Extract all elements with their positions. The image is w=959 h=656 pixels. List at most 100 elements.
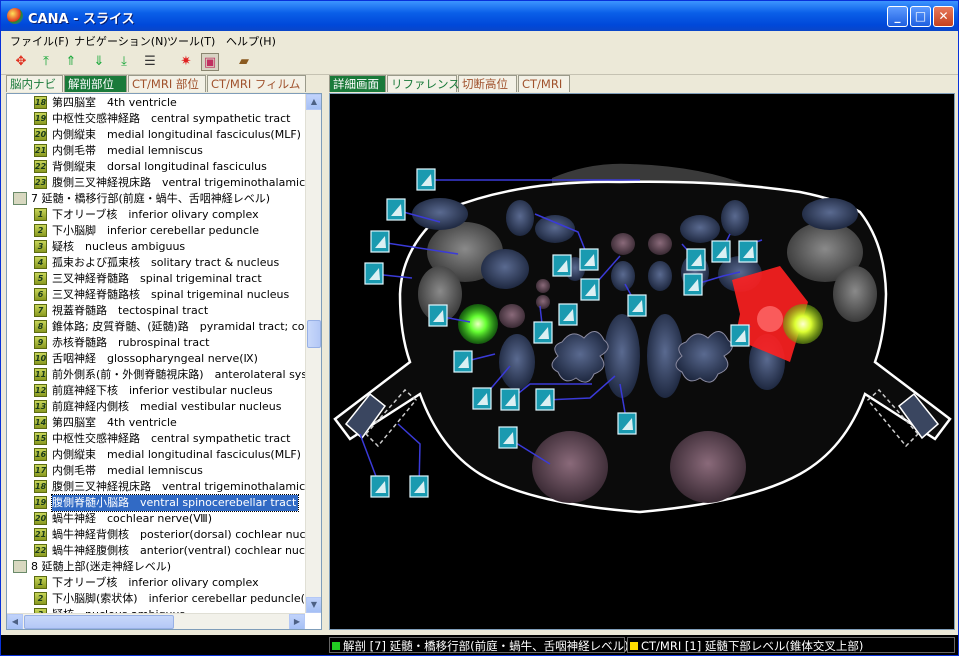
tree-item[interactable]: 20 内側縦束 medial longitudinal fasciculus(ML…	[7, 127, 305, 143]
window-title: CANA - スライス	[28, 12, 135, 27]
structure-marker-icon[interactable]	[579, 248, 599, 271]
tab-reference[interactable]: リファレンス	[387, 75, 460, 92]
tree-item[interactable]: 19 腹側脊髄小脳路 ventral spinocerebellar tract	[7, 494, 305, 512]
tree-item[interactable]: 6 三叉神経脊髄路核 spinal trigeminal nucleus	[7, 287, 305, 303]
structure-marker-icon[interactable]	[533, 321, 553, 344]
structure-marker-icon[interactable]	[453, 350, 473, 373]
structure-marker-icon[interactable]	[416, 168, 436, 191]
structure-marker-icon[interactable]	[370, 230, 390, 253]
tree-item[interactable]: 7 視蓋脊髄路 tectospinal tract	[7, 303, 305, 319]
structure-marker-icon[interactable]	[370, 475, 390, 498]
item-number-icon: 15	[34, 432, 47, 445]
target-icon[interactable]: ✷	[177, 53, 195, 71]
close-button[interactable]: ✕	[933, 6, 954, 27]
item-number-icon: 8	[34, 320, 47, 333]
go-bottom-icon[interactable]: ⤓	[115, 53, 133, 71]
tree-item[interactable]: 5 三叉神経脊髄路 spinal trigeminal tract	[7, 271, 305, 287]
structure-marker-icon[interactable]	[558, 303, 578, 326]
tree-item[interactable]: 18 腹側三叉神経視床路 ventral trigeminothalamic t	[7, 479, 305, 495]
structure-marker-icon[interactable]	[472, 387, 492, 410]
tree-item[interactable]: 19 中枢性交感神経路 central sympathetic tract	[7, 111, 305, 127]
structure-marker-icon[interactable]	[580, 278, 600, 301]
tree-item[interactable]: 17 内側毛帯 medial lemniscus	[7, 463, 305, 479]
right-tab-strip: 詳細画面 リファレンス 切断高位 CT/MRI	[329, 75, 589, 93]
go-top-icon[interactable]: ⤒	[37, 53, 55, 71]
right-medial-lemniscus	[647, 314, 683, 398]
item-number-icon: 4	[34, 256, 47, 269]
structure-marker-icon[interactable]	[498, 426, 518, 449]
go-down-icon[interactable]: ⇓	[90, 53, 108, 71]
scroll-down-button[interactable]: ▼	[306, 597, 321, 613]
tree-item[interactable]: 20 蝸牛神経 cochlear nerve(Ⅷ)	[7, 511, 305, 527]
maximize-button[interactable]: □	[910, 6, 931, 27]
tree-item[interactable]: 23 腹側三叉神経視床路 ventral trigeminothalamic t	[7, 175, 305, 191]
tree-item[interactable]: 16 内側縦束 medial longitudinal fasciculus(ML…	[7, 447, 305, 463]
tree-item[interactable]: 1 下オリーブ核 inferior olivary complex	[7, 575, 305, 591]
tab-section-level[interactable]: 切断高位	[458, 75, 517, 92]
structure-marker-icon[interactable]	[535, 388, 555, 411]
tree-item[interactable]: 22 背側縦束 dorsal longitudinal fasciculus	[7, 159, 305, 175]
hscroll-thumb[interactable]	[24, 615, 174, 629]
menu-navigation[interactable]: ナビゲーション(N)	[74, 33, 168, 49]
structure-marker-icon[interactable]	[686, 248, 706, 271]
tree-item[interactable]: 4 孤束および孤束核 solitary tract & nucleus	[7, 255, 305, 271]
menu-tools[interactable]: ツール(T)	[167, 33, 215, 49]
tree-group[interactable]: 8 延髄上部(迷走神経レベル)	[7, 559, 305, 575]
structure-marker-icon[interactable]	[364, 262, 384, 285]
go-first-icon[interactable]: ✥	[12, 53, 30, 71]
tree-item[interactable]: 15 中枢性交感神経路 central sympathetic tract	[7, 431, 305, 447]
structure-marker-icon[interactable]	[711, 240, 731, 263]
scroll-left-button[interactable]: ◀	[7, 614, 23, 629]
item-number-icon: 2	[34, 224, 47, 237]
tab-detail-view[interactable]: 詳細画面	[329, 75, 386, 92]
tree-item[interactable]: 13 前庭神経内側核 medial vestibular nucleus	[7, 399, 305, 415]
structure-marker-icon[interactable]	[627, 294, 647, 317]
left-medial-lemniscus	[604, 314, 640, 398]
tree-item[interactable]: 22 蝸牛神経腹側核 anterior(ventral) cochlear nuc…	[7, 543, 305, 559]
tree-item[interactable]: 21 内側毛帯 medial lemniscus	[7, 143, 305, 159]
scroll-right-button[interactable]: ▶	[289, 614, 305, 629]
structure-marker-icon[interactable]	[428, 304, 448, 327]
structure-marker-icon[interactable]	[617, 412, 637, 435]
title-bar[interactable]: CANA - スライス _ □ ✕	[1, 1, 958, 31]
structure-marker-icon[interactable]	[409, 475, 429, 498]
tab-ctmri[interactable]: CT/MRI	[518, 75, 570, 92]
structure-marker-icon[interactable]	[552, 254, 572, 277]
tree-group[interactable]: 7 延髄・橋移行部(前庭・蝸牛、舌咽神経レベル)	[7, 191, 305, 207]
menu-file[interactable]: ファイル(F)	[10, 33, 69, 49]
tree-horizontal-scrollbar[interactable]: ◀ ▶	[7, 613, 305, 629]
structure-marker-icon[interactable]	[683, 273, 703, 296]
structure-marker-icon[interactable]	[730, 324, 750, 347]
go-up-icon[interactable]: ⇑	[62, 53, 80, 71]
tab-anatomy[interactable]: 解剖部位	[64, 75, 127, 92]
tree-item[interactable]: 2 下小脳脚 inferior cerebellar peduncle	[7, 223, 305, 239]
tree-item-label: 下小脳脚 inferior cerebellar peduncle	[52, 224, 260, 237]
tree-item[interactable]: 3 疑核 nucleus ambiguus	[7, 239, 305, 255]
tab-ctmri-region[interactable]: CT/MRI 部位	[128, 75, 206, 92]
structure-marker-icon[interactable]	[386, 198, 406, 221]
tree-item[interactable]: 21 蝸牛神経背側核 posterior(dorsal) cochlear nuc…	[7, 527, 305, 543]
tab-ctmri-film[interactable]: CT/MRI フィルム	[207, 75, 306, 92]
scroll-up-button[interactable]: ▲	[306, 94, 321, 110]
tree-item[interactable]: 12 前庭神経下核 inferior vestibular nucleus	[7, 383, 305, 399]
minimize-button[interactable]: _	[887, 6, 908, 27]
tree-item[interactable]: 11 前外側系(前・外側脊髄視床路) anterolateral sys	[7, 367, 305, 383]
scroll-thumb[interactable]	[307, 320, 321, 348]
bag-icon[interactable]: ▰	[235, 53, 253, 71]
tree-item-label: 蝸牛神経背側核 posterior(dorsal) cochlear nucle	[52, 528, 305, 541]
tab-brain-navi[interactable]: 脳内ナビ	[6, 75, 63, 92]
tree-vertical-scrollbar[interactable]: ▲ ▼	[305, 94, 321, 613]
structure-marker-icon[interactable]	[500, 388, 520, 411]
status-anatomy: 解剖 [7] 延髄・橋移行部(前庭・蝸牛、舌咽神経レベル)	[329, 637, 629, 653]
structure-marker-icon[interactable]	[738, 240, 758, 263]
tree-item[interactable]: 14 第四脳室 4th ventricle	[7, 415, 305, 431]
tree-item[interactable]: 10 舌咽神経 glossopharyngeal nerve(Ⅸ)	[7, 351, 305, 367]
tree-item[interactable]: 9 赤核脊髄路 rubrospinal tract	[7, 335, 305, 351]
tree-item[interactable]: 18 第四脳室 4th ventricle	[7, 95, 305, 111]
slice-view-icon[interactable]: ▣	[201, 53, 219, 71]
layers-icon[interactable]: ☰	[141, 53, 159, 71]
tree-item[interactable]: 8 錐体路; 皮質脊髄、(延髄)路 pyramidal tract; cor	[7, 319, 305, 335]
menu-help[interactable]: ヘルプ(H)	[226, 33, 276, 49]
tree-item[interactable]: 2 下小脳脚(索状体) inferior cerebellar peduncle(…	[7, 591, 305, 607]
tree-item[interactable]: 1 下オリーブ核 inferior olivary complex	[7, 207, 305, 223]
